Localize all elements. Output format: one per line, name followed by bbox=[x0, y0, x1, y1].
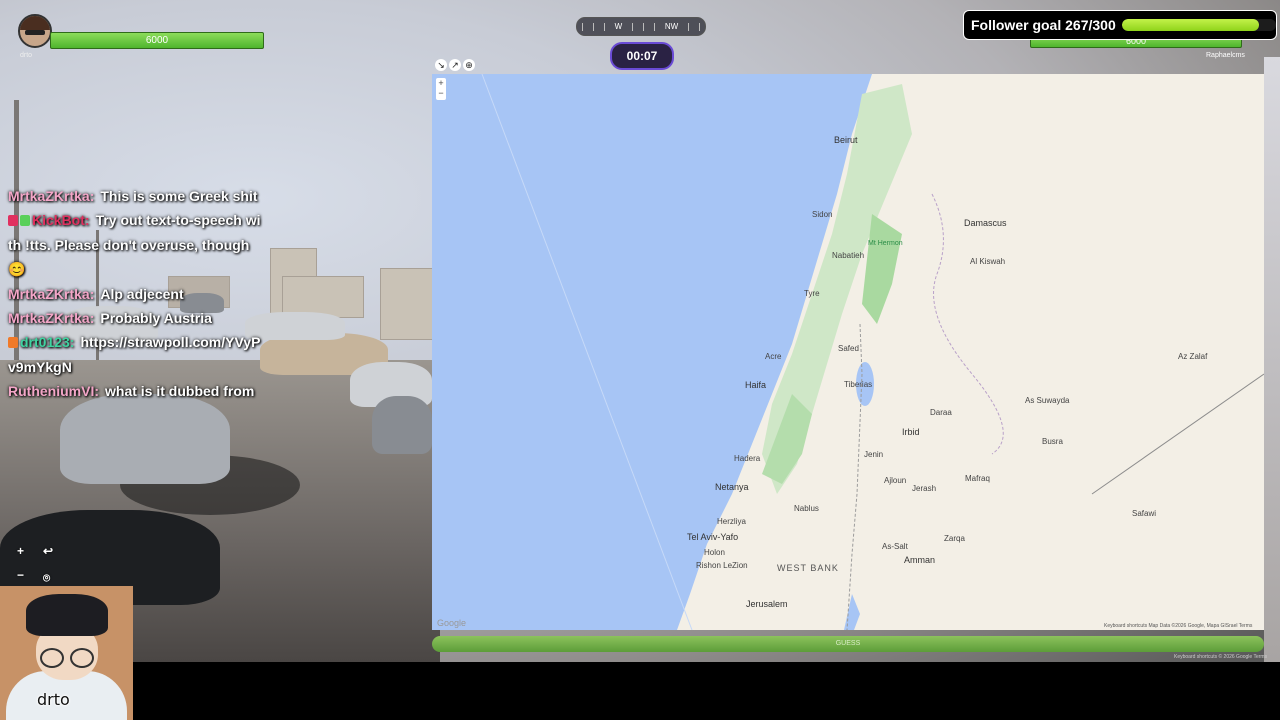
map-label-sidon: Sidon bbox=[812, 210, 833, 219]
map-label-tiberias: Tiberias bbox=[844, 380, 873, 389]
chat-username[interactable]: MrtkaZKrtka: bbox=[8, 310, 94, 326]
street-view-attribution[interactable]: Keyboard shortcuts © 2026 Google Terms bbox=[1174, 654, 1267, 660]
chat-username[interactable]: RutheniumVI: bbox=[8, 383, 99, 399]
map-label-rishon: Rishon LeZion bbox=[696, 561, 748, 570]
chat-message: RutheniumVI: what is it dubbed from bbox=[8, 379, 263, 403]
map-label-irbid: Irbid bbox=[902, 427, 920, 437]
map-label-as-suwayda: As Suwayda bbox=[1025, 396, 1070, 405]
map-label-netanya: Netanya bbox=[715, 482, 749, 492]
player-avatar bbox=[18, 14, 52, 48]
chat-message: MrtkaZKrtka: This is some Greek shit bbox=[8, 184, 263, 208]
map-attribution[interactable]: Keyboard shortcuts Map Data ©2026 Google… bbox=[1104, 623, 1252, 629]
map-label-tyre: Tyre bbox=[804, 289, 820, 298]
map-label-jerash: Jerash bbox=[912, 484, 937, 493]
map-label-beirut: Beirut bbox=[834, 135, 858, 145]
guess-map[interactable]: Beirut Damascus Mt Hermon Nabatieh Al Ki… bbox=[432, 74, 1264, 630]
map-label-amman: Amman bbox=[904, 555, 936, 565]
map-label-safawi: Safawi bbox=[1132, 509, 1157, 518]
google-logo: Google bbox=[437, 618, 467, 628]
map-pin-icon[interactable]: ⊕ bbox=[463, 59, 475, 71]
map-label-mafraq: Mafraq bbox=[965, 474, 990, 483]
map-label-acre: Acre bbox=[765, 352, 782, 361]
zoom-in-button[interactable]: + bbox=[17, 544, 24, 558]
follower-goal-widget: Follower goal 267/300 bbox=[963, 10, 1277, 40]
map-label-haifa: Haifa bbox=[745, 380, 767, 390]
chat-username[interactable]: drt0123: bbox=[20, 334, 74, 350]
return-to-start-icon[interactable]: ⌾ bbox=[43, 571, 50, 586]
chat-message-text: what is it dubbed from bbox=[105, 383, 255, 400]
map-label-daraa: Daraa bbox=[930, 408, 952, 417]
guess-button[interactable]: GUESS bbox=[432, 636, 1264, 652]
map-label-busra: Busra bbox=[1042, 437, 1063, 446]
map-shrink-icon[interactable]: ↘ bbox=[435, 59, 447, 71]
map-zoom-control[interactable]: + − bbox=[436, 78, 446, 100]
chat-badge-icon bbox=[8, 337, 18, 349]
map-label-hadera: Hadera bbox=[734, 454, 761, 463]
street-view-edge bbox=[1264, 57, 1280, 662]
chat-message-text: This is some Greek shit bbox=[100, 188, 258, 204]
map-label-jenin: Jenin bbox=[864, 450, 884, 459]
chat-message: KickBot: Try out text-to-speech with !tts… bbox=[8, 208, 263, 281]
map-label-damascus: Damascus bbox=[964, 218, 1007, 228]
undo-button[interactable]: ↩ bbox=[43, 544, 53, 558]
compass-west-label: W bbox=[614, 22, 623, 31]
follower-goal-label: Follower goal 267/300 bbox=[971, 17, 1116, 33]
follower-goal-progress bbox=[1121, 19, 1276, 31]
chat-badge-icon bbox=[20, 215, 30, 227]
chat-message-text: Alp adjecent bbox=[100, 285, 184, 302]
map-label-jerusalem: Jerusalem bbox=[746, 599, 788, 609]
follower-goal-fill bbox=[1121, 19, 1260, 31]
chat-badge-icon bbox=[8, 215, 18, 227]
map-label-safed: Safed bbox=[838, 344, 859, 353]
opponent-name: Raphaelcms bbox=[1206, 52, 1245, 59]
zoom-out-button[interactable]: − bbox=[17, 568, 24, 582]
round-timer: 00:07 bbox=[610, 42, 674, 70]
compass-northwest-label: NW bbox=[664, 22, 679, 31]
chat-username[interactable]: MrtkaZKrtka: bbox=[8, 188, 94, 204]
webcam-name-label: drto bbox=[37, 690, 70, 709]
map-label-al-kiswah: Al Kiswah bbox=[970, 257, 1006, 266]
compass: W NW bbox=[576, 17, 706, 36]
map-expand-icon[interactable]: ↗ bbox=[449, 59, 461, 71]
map-label-zarqa: Zarqa bbox=[944, 534, 965, 543]
map-label-nablus: Nablus bbox=[794, 504, 819, 513]
player-health-bar: 6000 bbox=[50, 32, 264, 49]
map-label-salt: As-Salt bbox=[882, 542, 908, 551]
chat-username[interactable]: KickBot: bbox=[32, 212, 90, 228]
chat-message-text: Probably Austria bbox=[100, 310, 212, 327]
map-label-herzliya: Herzliya bbox=[717, 517, 746, 526]
chat-message: drt0123: https://strawpoll.com/YVyPv9mYkg… bbox=[8, 330, 263, 379]
chat-message: MrtkaZKrtka: Probably Austria bbox=[8, 306, 263, 330]
player-name: drto bbox=[20, 52, 33, 59]
map-label-west-bank: WEST BANK bbox=[777, 563, 839, 573]
chat-username[interactable]: MrtkaZKrtka: bbox=[8, 286, 94, 302]
stream-chat: MrtkaZKrtka: This is some Greek shit KickB… bbox=[8, 184, 263, 404]
chat-message: MrtkaZKrtka: Alp adjecent bbox=[8, 282, 263, 306]
map-label-az-zalaf: Az Zalaf bbox=[1178, 352, 1208, 361]
map-label-ajloun: Ajloun bbox=[884, 476, 907, 485]
map-label-holon: Holon bbox=[704, 548, 725, 557]
map-label-mt-hermon: Mt Hermon bbox=[868, 240, 903, 247]
player-left-card: 6000 drto bbox=[16, 12, 264, 62]
map-label-tel-aviv: Tel Aviv-Yafo bbox=[687, 532, 739, 542]
map-label-nabatieh: Nabatieh bbox=[832, 251, 865, 260]
